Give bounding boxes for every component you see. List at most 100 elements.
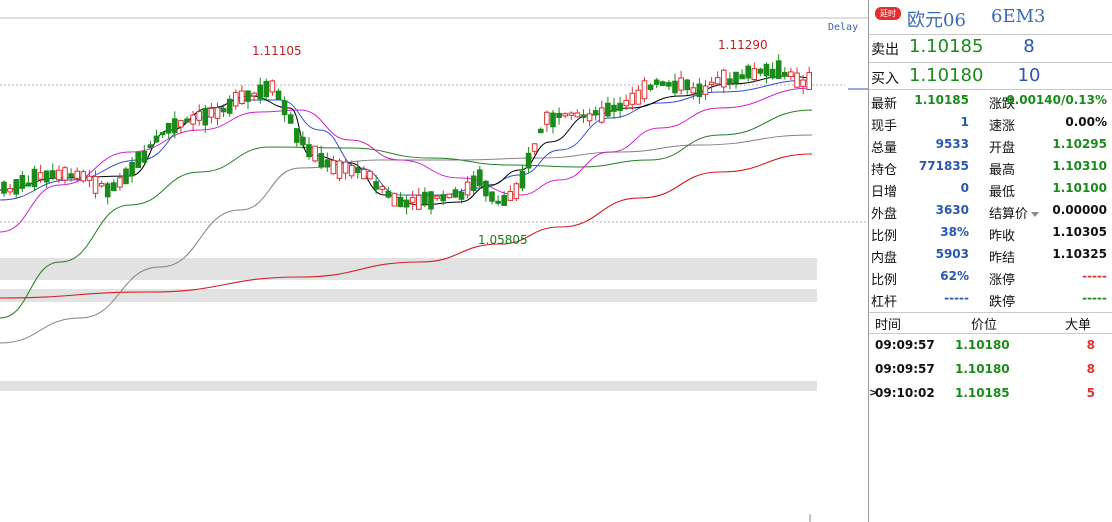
kline-canvas[interactable]: 1.11105 1.11290 1.05805 <box>0 0 868 522</box>
candle-down <box>111 182 117 192</box>
instrument-code: 6EM3 <box>991 6 1046 27</box>
candle-down <box>159 132 166 136</box>
candle-up <box>751 68 758 80</box>
candle-down <box>50 170 56 179</box>
candle-up <box>623 99 630 107</box>
stat-right-5[interactable]: 结算价 0.00000 <box>987 200 1111 222</box>
candle-up <box>446 193 453 199</box>
candle-down <box>733 71 739 84</box>
candle-down <box>141 151 148 163</box>
stat-value: 5903 <box>935 247 969 261</box>
stat-left-1: 现手 1 <box>869 112 973 134</box>
tick-size: 5 <box>1086 386 1095 400</box>
candle-down <box>477 169 483 187</box>
candle-up <box>708 81 715 85</box>
candle-down <box>165 122 172 134</box>
sell-volume: 8 <box>1023 36 1035 57</box>
candle-up <box>434 195 440 199</box>
candle-down <box>763 63 770 77</box>
stat-label: 外盘 <box>871 207 898 222</box>
candle-down <box>653 79 660 85</box>
candle-up <box>98 183 105 187</box>
stat-value: 1.10100 <box>1052 181 1107 195</box>
stat-left-4: 日增 0 <box>869 178 973 200</box>
candle-up <box>348 164 355 177</box>
stat-label: 比例 <box>871 273 898 288</box>
candle-down <box>550 112 556 128</box>
stat-value: 0.00000 <box>1052 203 1107 217</box>
candle-up <box>788 71 794 78</box>
candle-down <box>525 152 532 169</box>
stat-left-8: 比例 62% <box>869 266 973 288</box>
candle-up <box>251 92 257 97</box>
candle-down <box>129 161 135 177</box>
stat-label: 比例 <box>871 229 898 244</box>
sell-price: 1.10185 <box>909 36 984 57</box>
candle-up <box>507 191 514 201</box>
stat-left-5: 外盘 3630 <box>869 200 973 222</box>
buy-price: 1.10180 <box>909 65 984 86</box>
stat-label: 涨停 <box>989 273 1016 288</box>
stat-label: 日增 <box>871 185 898 200</box>
stat-label: 内盘 <box>871 251 898 266</box>
sell-quote-row[interactable]: 卖出 1.10185 8 <box>869 34 1112 62</box>
tick-price: 1.10180 <box>955 338 1010 352</box>
stat-value: 1 <box>960 115 969 129</box>
tick-size: 8 <box>1086 362 1095 376</box>
tick-time: 09:10:02 <box>875 386 935 400</box>
candle-up <box>678 77 684 91</box>
instrument-header: 延时 欧元06 6EM3 <box>869 0 1112 35</box>
stat-value: 38% <box>940 225 969 239</box>
ma20-line <box>0 87 813 233</box>
stat-left-9: 杠杆 ----- <box>869 288 973 310</box>
stat-value: 62% <box>940 269 969 283</box>
high-price-label: 1.11290 <box>718 38 768 52</box>
divider <box>869 312 1112 313</box>
tick-row[interactable]: >09:10:02 1.10185 5 <box>869 382 1112 404</box>
candle-down <box>153 135 160 143</box>
candle-down <box>739 74 745 80</box>
candle-up <box>635 89 642 105</box>
tick-row[interactable]: 09:09:57 1.10180 8 <box>869 358 1112 380</box>
candle-down <box>592 110 599 116</box>
candle-up <box>342 161 349 174</box>
candle-down <box>666 82 672 87</box>
tick-row[interactable]: 09:09:57 1.10180 8 <box>869 334 1112 356</box>
buy-quote-row[interactable]: 买入 1.10180 10 <box>869 63 1112 91</box>
candle-down <box>373 181 379 190</box>
candle-up <box>464 181 471 196</box>
delay-badge: 延时 <box>875 7 901 20</box>
candle-up <box>196 111 202 121</box>
candle-up <box>56 169 62 181</box>
candle-up <box>62 167 68 181</box>
candle-up <box>586 113 593 122</box>
stat-label: 现手 <box>871 119 898 134</box>
candle-up <box>233 91 239 107</box>
candle-down <box>318 153 324 168</box>
tick-price: 1.10180 <box>955 362 1010 376</box>
stat-label: 昨结 <box>989 251 1016 266</box>
candle-down <box>745 65 752 79</box>
candle-up <box>190 114 196 125</box>
stat-value: 1.10295 <box>1052 137 1107 151</box>
candle-up <box>599 107 605 123</box>
ma60-line <box>0 109 813 319</box>
stat-right-4: 最低 1.10100 <box>987 178 1111 200</box>
stat-label: 总量 <box>871 141 898 156</box>
stat-value: -0.00140/0.13% <box>1001 93 1107 107</box>
candle-up <box>794 72 800 88</box>
candle-down <box>403 199 410 208</box>
candle-up <box>391 192 398 207</box>
candle-down <box>220 108 227 113</box>
kline-chart[interactable]: 1.11105 1.11290 1.05805 Delay <box>0 0 868 522</box>
candle-down <box>519 170 526 189</box>
stat-label: 昨收 <box>989 229 1016 244</box>
candle-down <box>495 200 501 204</box>
candle-down <box>43 170 50 183</box>
volume-band <box>0 381 817 391</box>
candle-down <box>300 136 306 146</box>
stat-right-8: 涨停 ----- <box>987 266 1111 288</box>
candle-down <box>428 191 434 210</box>
dropdown-arrow-icon[interactable] <box>1031 212 1040 217</box>
stat-value: 1.10305 <box>1052 225 1107 239</box>
